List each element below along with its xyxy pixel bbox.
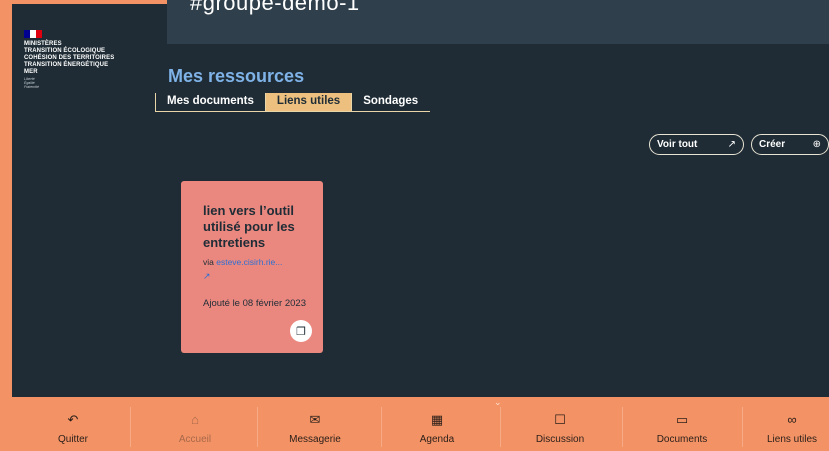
view-all-label: Voir tout [657,139,698,150]
chat-icon: ☐ [554,412,566,427]
create-button[interactable]: Créer ⊕ [751,134,829,155]
nav-divider [742,407,743,447]
nav-label: Agenda [419,434,455,445]
section-title: Mes ressources [168,66,305,86]
frame-left [0,0,12,451]
card-date: Ajouté le 08 février 2023 [203,298,306,309]
tab-mes-documents[interactable]: Mes documents [155,93,265,111]
card-via-link[interactable]: esteve.cisirh.rie... [216,257,282,267]
mail-icon: ✉ [309,412,321,427]
nav-label: Documents [656,434,708,445]
tab-liens-utiles[interactable]: Liens utiles [264,93,352,111]
back-arrow-icon: ↶ [67,412,79,427]
nav-messagerie[interactable]: ✉ Messagerie [267,412,363,445]
nav-divider [500,407,501,447]
view-all-button[interactable]: Voir tout ↗ [649,134,744,155]
nav-quitter[interactable]: ↶ Quitter [25,412,121,445]
external-link-icon: ↗ [727,139,736,150]
ministry-logo[interactable]: MINISTÈRES TRANSITION ÉCOLOGIQUE COHÉSIO… [24,30,144,89]
tab-sondages[interactable]: Sondages [351,93,430,111]
nav-documents[interactable]: ▭ Documents [634,412,730,445]
french-flag-icon [24,30,42,38]
group-name: #groupe-demo-1 [190,0,360,15]
nav-accueil[interactable]: ⌂ Accueil [147,412,243,445]
link-icon: ∞ [787,412,797,427]
nav-label: Discussion [535,434,585,445]
resource-tabs: Mes documents Liens utiles Sondages [155,93,431,112]
republic-motto: Liberté Égalité Fraternité [24,77,39,89]
nav-divider [257,407,258,447]
folder-icon: ▭ [675,412,689,427]
copy-icon[interactable]: ❐ [290,320,312,342]
bottom-navigation: ⌄ ↶ Quitter ⌂ Accueil ✉ Messagerie ▦ Age… [0,397,829,451]
nav-divider [622,407,623,447]
nav-label: Accueil [178,434,212,445]
card-via: via esteve.cisirh.rie... [203,257,282,267]
nav-divider [381,407,382,447]
nav-agenda[interactable]: ▦ Agenda [389,412,485,445]
card-via-prefix: via [203,257,217,267]
nav-label: Quitter [57,434,88,445]
link-card[interactable]: lien vers l’outil utilisé pour les entre… [181,181,323,353]
external-link-icon[interactable]: ↗ [203,271,211,282]
nav-divider [130,407,131,447]
card-title: lien vers l’outil utilisé pour les entre… [203,203,295,250]
nav-label: Messagerie [289,434,341,445]
calendar-icon: ▦ [430,412,444,427]
nav-label: Liens utiles [766,434,818,445]
create-label: Créer [759,139,786,150]
plus-circle-icon: ⊕ [812,139,821,150]
nav-discussion[interactable]: ☐ Discussion [512,412,608,445]
home-icon: ⌂ [191,412,199,427]
ministry-name: MINISTÈRES TRANSITION ÉCOLOGIQUE COHÉSIO… [24,41,115,75]
nav-liens-utiles[interactable]: ∞ Liens utiles [755,412,829,445]
